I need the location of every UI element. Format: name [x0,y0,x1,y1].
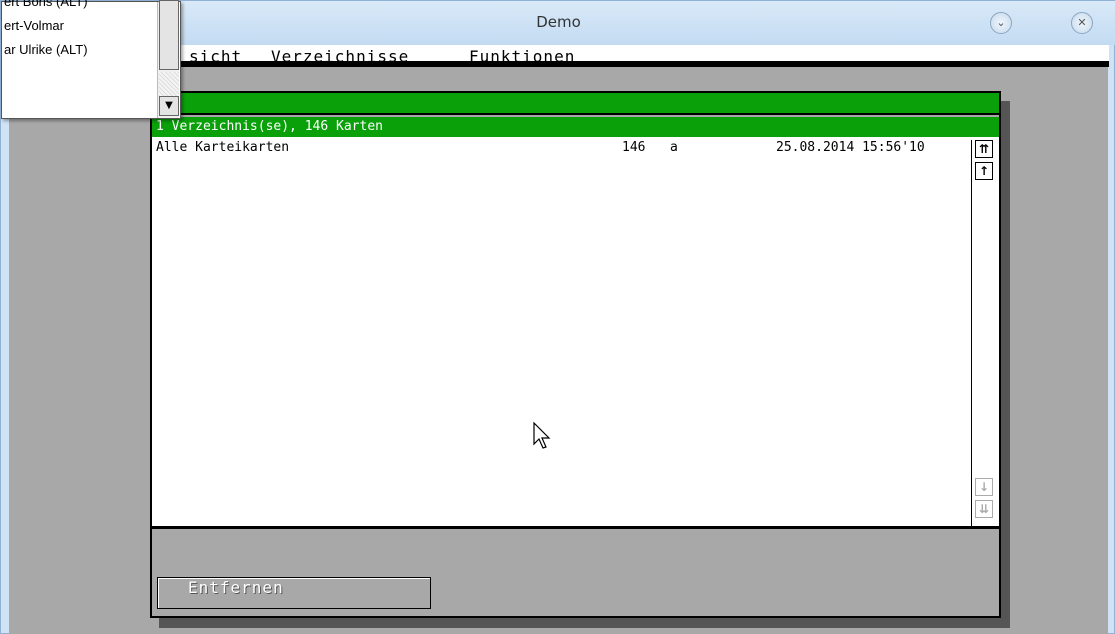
menu-verzeichnisse[interactable]: Verzeichnisse [271,47,409,66]
popup-item[interactable]: ert Boris (ALT) [4,0,154,14]
row-date: 25.08.2014 15:56'10 [776,140,925,155]
popup-scroll-down-button[interactable]: ▼ [159,96,179,116]
window-menu-button[interactable]: ⌄ [990,12,1012,34]
directory-dialog: o 1 Verzeichnis(se), 146 Karten Alle Kar… [150,91,1001,618]
row-name: Alle Karteikarten [156,140,290,155]
popup-scroll-track[interactable] [159,72,179,96]
popup-scroll-thumb[interactable] [159,0,179,70]
popup-item[interactable]: ar Ulrike (ALT) [4,42,154,62]
list-item[interactable]: Alle Karteikarten 146 a 25.08.2014 15:56… [156,140,966,158]
triangle-down-icon: ▼ [165,100,173,111]
scroll-down-icon[interactable]: ↓ [975,478,993,496]
scroll-top-icon[interactable]: ⇈ [975,140,993,158]
window-close-button[interactable]: ✕ [1071,12,1093,34]
remove-button[interactable]: Entfernen [157,577,431,609]
popup-scrollbar[interactable]: ▼ [157,0,179,118]
dropdown-popup: ert Boris (ALT) ert-Volmar ar Ulrike (AL… [1,0,181,119]
menu-ansicht[interactable]: sicht [189,47,242,66]
scroll-up-icon[interactable]: ↑ [975,162,993,180]
menu-funktionen[interactable]: Funktionen [469,47,575,66]
close-icon: ✕ [1077,16,1087,29]
dialog-title: o [152,93,999,115]
mouse-cursor-icon [533,422,551,449]
popup-item[interactable]: ert-Volmar [4,18,154,38]
chevron-down-icon: ⌄ [996,16,1006,29]
dialog-subtitle: 1 Verzeichnis(se), 146 Karten [152,117,999,137]
row-flag: a [670,140,678,155]
directory-list: Alle Karteikarten 146 a 25.08.2014 15:56… [152,137,999,529]
list-scrollbar[interactable]: ⇈ ↑ ↓ ⇊ [971,140,995,528]
row-count: 146 [622,140,646,155]
scroll-bottom-icon[interactable]: ⇊ [975,500,993,518]
app-window: Demo ⌄ ✕ sicht Verzeichnisse Funktionen … [0,0,1115,634]
